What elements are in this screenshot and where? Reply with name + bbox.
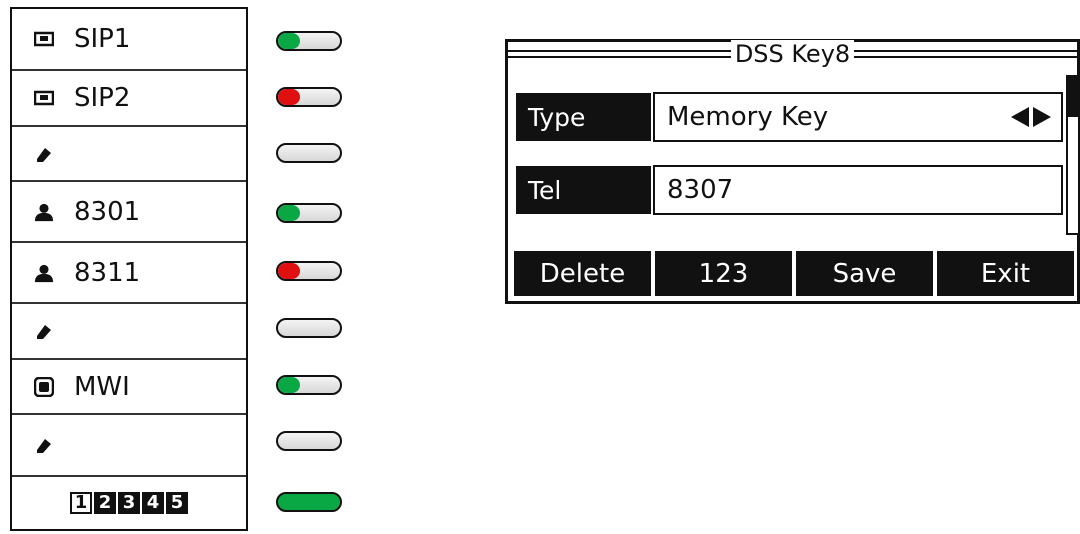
page-tab-1[interactable]: 1 <box>70 492 92 514</box>
key-label: 8301 <box>74 196 141 227</box>
input-mode-softkey[interactable]: 123 <box>655 251 792 296</box>
scrollbar-thumb[interactable] <box>1068 77 1078 117</box>
dss-key-dialog: DSS Key8 Type Memory Key Tel 8307 Delete… <box>505 39 1080 304</box>
key-label: SIP1 <box>74 24 131 54</box>
tel-label: Tel <box>516 166 651 214</box>
user-icon <box>34 263 54 283</box>
key-row-empty-1[interactable] <box>12 127 246 182</box>
key-label: 8311 <box>74 257 141 288</box>
page-tab-3[interactable]: 3 <box>118 492 140 514</box>
pencil-icon <box>34 321 54 341</box>
led-indicator-1 <box>276 31 342 51</box>
led-indicator-6 <box>276 318 342 338</box>
led-indicator-7 <box>276 375 342 395</box>
line-icon <box>34 29 54 49</box>
dialog-title: DSS Key8 <box>508 40 1077 68</box>
type-selector[interactable]: Memory Key <box>653 92 1063 142</box>
voicemail-icon <box>34 376 54 397</box>
page-tab-4[interactable]: 4 <box>142 492 164 514</box>
type-value: Memory Key <box>667 102 829 132</box>
page-tab-5[interactable]: 5 <box>166 492 188 514</box>
save-softkey[interactable]: Save <box>796 251 933 296</box>
led-indicator-3 <box>276 143 342 163</box>
led-indicator-2 <box>276 87 342 107</box>
led-indicator-4 <box>276 203 342 223</box>
tel-value: 8307 <box>667 175 734 205</box>
key-row-sip1[interactable]: SIP1 <box>12 9 246 71</box>
key-label: SIP2 <box>74 83 131 113</box>
delete-softkey[interactable]: Delete <box>514 251 651 296</box>
key-row-sip2[interactable]: SIP2 <box>12 71 246 127</box>
key-row-8311[interactable]: 8311 <box>12 243 246 304</box>
pencil-icon <box>34 435 54 455</box>
dss-key-list: SIP1 SIP2 8301 8311 MWI 1 2 3 4 5 <box>10 7 248 531</box>
pencil-icon <box>34 144 54 164</box>
key-label: MWI <box>74 371 130 402</box>
key-row-8301[interactable]: 8301 <box>12 182 246 243</box>
key-row-empty-3[interactable] <box>12 415 246 477</box>
led-indicator-8 <box>276 431 342 451</box>
tel-input[interactable]: 8307 <box>653 165 1063 215</box>
exit-softkey[interactable]: Exit <box>937 251 1074 296</box>
page-tab-2[interactable]: 2 <box>94 492 116 514</box>
key-row-empty-2[interactable] <box>12 304 246 360</box>
led-indicator-9 <box>276 492 342 512</box>
left-right-arrows-icon[interactable] <box>1011 107 1051 127</box>
key-row-mwi[interactable]: MWI <box>12 360 246 415</box>
user-icon <box>34 202 54 222</box>
scrollbar[interactable] <box>1066 75 1080 235</box>
page-selector: 1 2 3 4 5 <box>12 477 246 529</box>
type-label: Type <box>516 93 651 141</box>
led-indicator-5 <box>276 261 342 281</box>
line-icon <box>34 88 54 108</box>
